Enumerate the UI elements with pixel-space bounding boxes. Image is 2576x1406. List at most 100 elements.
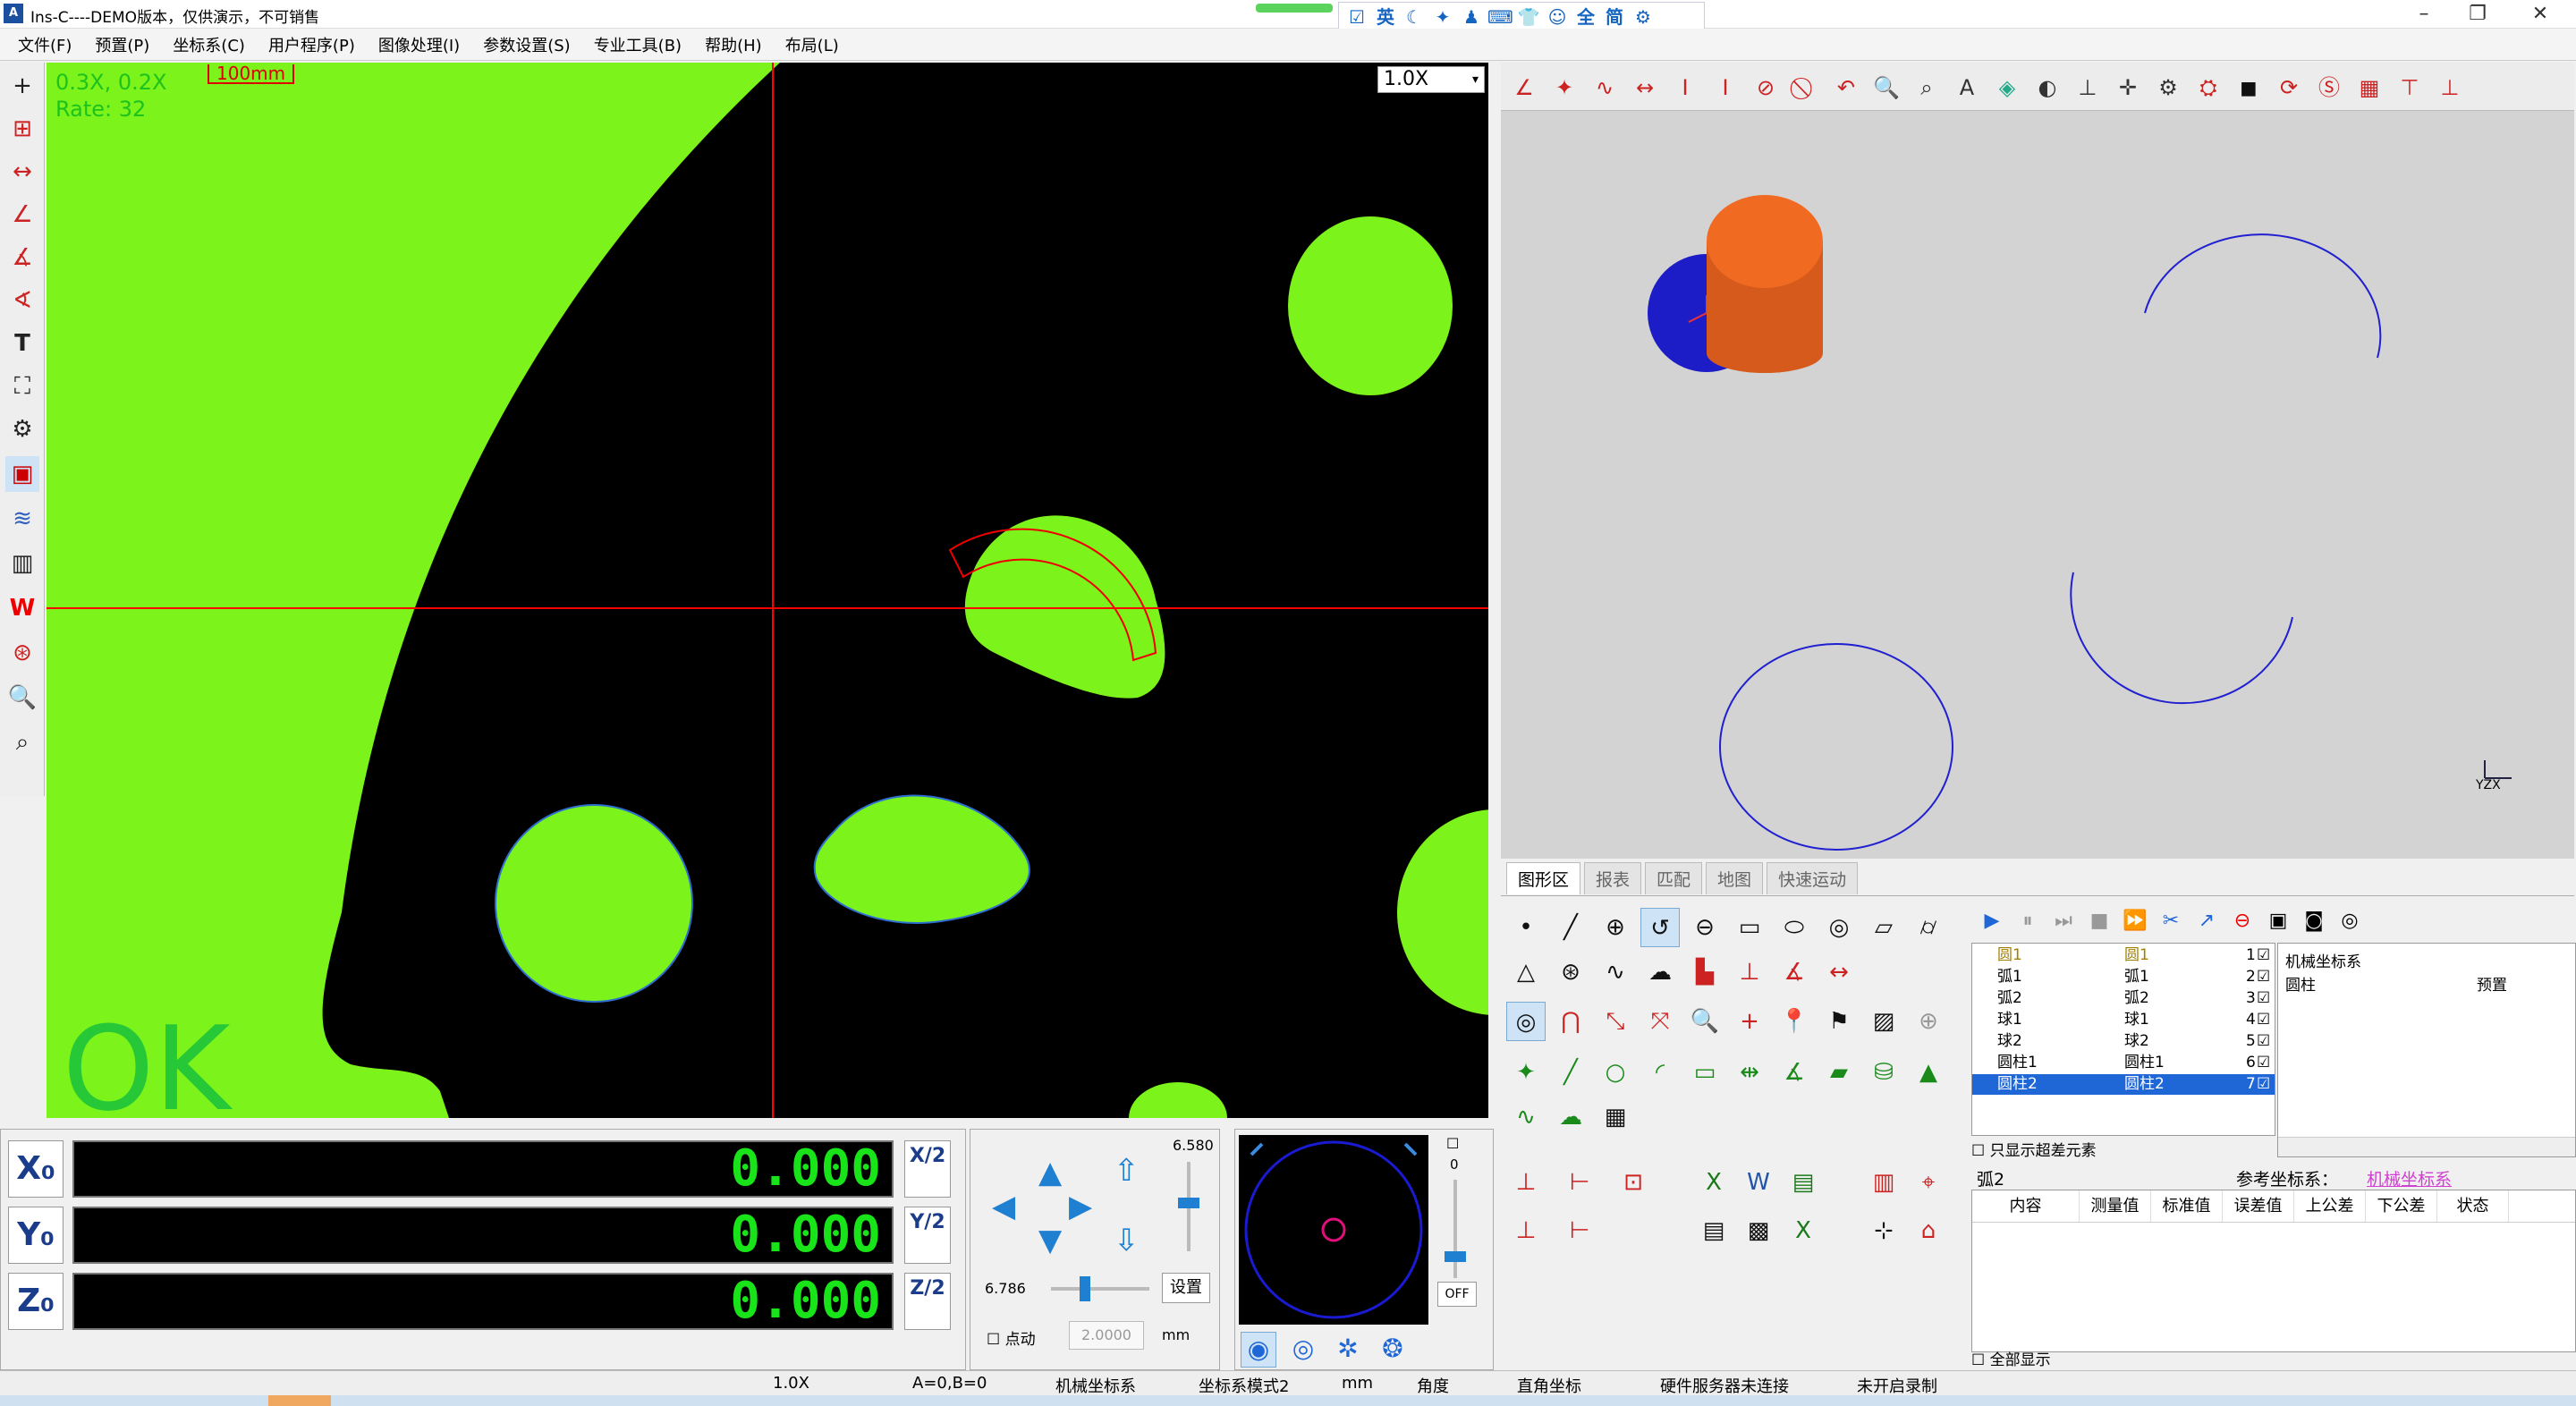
rectangle-feature-icon[interactable]: ▭ (1730, 908, 1769, 947)
zoom-area-tool-icon[interactable]: ⌕ (5, 724, 39, 760)
step-feature-icon[interactable]: ▙ (1685, 953, 1724, 992)
ime-user-icon[interactable]: ♟ (1459, 4, 1484, 30)
list-item[interactable]: 弧2 弧2 3 ☑ (1972, 988, 2275, 1009)
step-input[interactable]: 2.0000 (1069, 1321, 1144, 1350)
menu-file[interactable]: 文件(F) (18, 33, 72, 56)
curve-feature-icon[interactable]: ∿ (1596, 953, 1635, 992)
barcode-tool-icon[interactable]: ▥ (5, 546, 39, 581)
script-icon[interactable]: Ⓢ (2311, 68, 2347, 106)
coord-3d-icon[interactable]: ⊢ (1560, 1211, 1599, 1250)
checkbox-icon[interactable]: ☑ (2257, 1053, 2270, 1073)
cross-tool-icon[interactable]: ⤧ (1640, 1002, 1680, 1041)
ime-simplified-icon[interactable]: 简 (1602, 4, 1627, 30)
plus-tool-icon[interactable]: + (1730, 1002, 1769, 1041)
list-item[interactable]: 球1 球1 4 ☑ (1972, 1010, 2275, 1030)
checkbox-icon[interactable]: ☐ (987, 1331, 1000, 1349)
circle-construct-icon[interactable]: ○ (1596, 1053, 1635, 1092)
nav-mode-dots-icon[interactable]: ❂ (1375, 1332, 1411, 1368)
navigator-view[interactable] (1239, 1135, 1428, 1325)
search-icon[interactable]: 🔍 (1685, 1002, 1724, 1041)
align-icon[interactable]: ⊤ (2392, 68, 2428, 106)
slot-feature-icon[interactable]: ⬭ (1775, 908, 1814, 947)
point-tool-icon[interactable]: ✦ (1546, 68, 1582, 106)
menu-help[interactable]: 帮助(H) (705, 33, 762, 56)
z-half-button[interactable]: Z/2 (904, 1273, 951, 1330)
box-export-icon[interactable]: ▩ (1739, 1211, 1778, 1250)
ime-fullwidth-icon[interactable]: 全 (1573, 4, 1598, 30)
ime-check-icon[interactable]: ☑ (1344, 4, 1369, 30)
y-angle-tool-icon[interactable]: ∡ (5, 240, 39, 275)
grid-icon[interactable]: ▦ (2351, 68, 2387, 106)
flag-tool-icon[interactable]: ⚑ (1819, 1002, 1859, 1041)
coord-s-icon[interactable]: ⊥ (1506, 1211, 1546, 1250)
tab-fast-motion[interactable]: 快速运动 (1767, 861, 1859, 894)
distance-construct-icon[interactable]: ⇹ (1730, 1053, 1769, 1092)
hspeed-slider-thumb[interactable] (1080, 1276, 1090, 1301)
tools-icon[interactable]: ✂ (2156, 906, 2186, 936)
taskbar-item[interactable] (268, 1395, 331, 1406)
crosshair-config-icon[interactable]: ⌖ (1909, 1163, 1948, 1202)
cylinder-feature-icon[interactable]: ⌭ (1909, 908, 1948, 947)
set-button[interactable]: 设置 (1162, 1273, 1210, 1303)
w-tool-icon[interactable]: W (5, 590, 39, 626)
list-item-selected[interactable]: 圆柱2 圆柱2 7 ☑ (1972, 1074, 2275, 1095)
menu-user-program[interactable]: 用户程序(P) (268, 33, 355, 56)
distance-tool-icon[interactable]: ↔ (5, 154, 39, 190)
magnet-tool-icon[interactable]: ⋂ (1551, 1002, 1590, 1041)
ime-lang-icon[interactable]: 英 (1373, 4, 1398, 30)
tab-match[interactable]: 匹配 (1645, 861, 1703, 894)
image-tool-icon[interactable]: ▨ (1864, 1002, 1903, 1041)
z-axis-label[interactable]: Z₀ (8, 1273, 64, 1330)
pause-icon[interactable]: ⏸ (2012, 906, 2043, 936)
camera-capture-icon[interactable]: ▣ (2263, 906, 2293, 936)
probe-icon[interactable]: ⛭ (2190, 68, 2226, 106)
save-coord-icon[interactable]: ⊡ (1614, 1163, 1653, 1202)
delete-icon[interactable]: ⊖ (2227, 906, 2258, 936)
fullscreen-tool-icon[interactable]: ⛶ (5, 368, 39, 404)
coord-axis-icon[interactable]: ⊥ (2070, 68, 2106, 106)
pin-tool-icon[interactable]: 📍 (1775, 1002, 1814, 1041)
profile-construct-icon[interactable]: ☁ (1551, 1097, 1590, 1137)
layer-icon[interactable]: ◈ (1989, 68, 2025, 106)
angle-tool-icon[interactable]: ∠ (1506, 68, 1542, 106)
step-icon[interactable]: ⏭ (2048, 906, 2079, 936)
crosshair-tool-icon[interactable]: + (5, 68, 39, 104)
target-tool-icon[interactable]: ⊕ (1909, 1002, 1948, 1041)
zoom-out-icon[interactable]: ⌕ (1909, 68, 1945, 106)
ref-coord-link[interactable]: 机械坐标系 (2367, 1166, 2452, 1190)
angle-feature-icon[interactable]: ∡ (1775, 953, 1814, 992)
navigator-slider-thumb[interactable] (1445, 1251, 1466, 1262)
axis-align-icon[interactable]: ⊢ (1560, 1163, 1599, 1202)
height-feature-icon[interactable]: ⊥ (1730, 953, 1769, 992)
profile-feature-icon[interactable]: ☁ (1640, 953, 1680, 992)
jog-right-icon[interactable]: ▶ (1069, 1189, 1092, 1224)
angle-construct-icon[interactable]: ∡ (1775, 1053, 1814, 1092)
circle-feature-icon[interactable]: ⊕ (1596, 908, 1635, 947)
jog-left-icon[interactable]: ◀ (992, 1189, 1015, 1224)
text-tool-icon[interactable]: T (5, 326, 39, 361)
z-down-icon[interactable]: ⇩ (1114, 1223, 1140, 1258)
distance-tool-icon[interactable]: ↔ (1627, 68, 1663, 106)
rect-construct-icon[interactable]: ▭ (1685, 1053, 1724, 1092)
rotate-icon[interactable]: ⟳ (2271, 68, 2307, 106)
height-tool-icon[interactable]: Ⅰ (1707, 68, 1743, 106)
view-toggle-icon[interactable]: ◐ (2029, 68, 2065, 106)
snapshot-icon[interactable]: ◙ (2299, 906, 2329, 936)
line-tool-icon[interactable]: ∿ (1587, 68, 1623, 106)
ring-feature-icon[interactable]: ◎ (1819, 908, 1859, 947)
zoom-select[interactable]: 1.0X ▾ (1377, 66, 1485, 93)
arc-feature-icon[interactable]: ↺ (1640, 908, 1680, 947)
graphics-view[interactable]: YZX (1501, 63, 2574, 859)
checkbox-icon[interactable]: ☑ (2257, 967, 2270, 987)
show-all-option[interactable]: ☐ 全部显示 (1971, 1347, 2240, 1369)
camera-tool-icon[interactable]: ▣ (5, 456, 39, 492)
sphere-feature-icon[interactable]: ⊛ (1551, 953, 1590, 992)
word-export-icon[interactable]: W (1739, 1163, 1778, 1202)
checkbox-icon[interactable]: ☐ (1971, 1351, 1985, 1369)
jog-up-icon[interactable]: ▲ (1038, 1155, 1062, 1190)
camera-view[interactable] (47, 63, 1488, 1118)
point-construct-icon[interactable]: ✦ (1506, 1053, 1546, 1092)
concentric-tool-icon[interactable]: ◎ (1506, 1002, 1546, 1041)
angle-tool-icon[interactable]: ∢ (5, 283, 39, 318)
origin-set-icon[interactable]: ⊥ (1506, 1163, 1546, 1202)
